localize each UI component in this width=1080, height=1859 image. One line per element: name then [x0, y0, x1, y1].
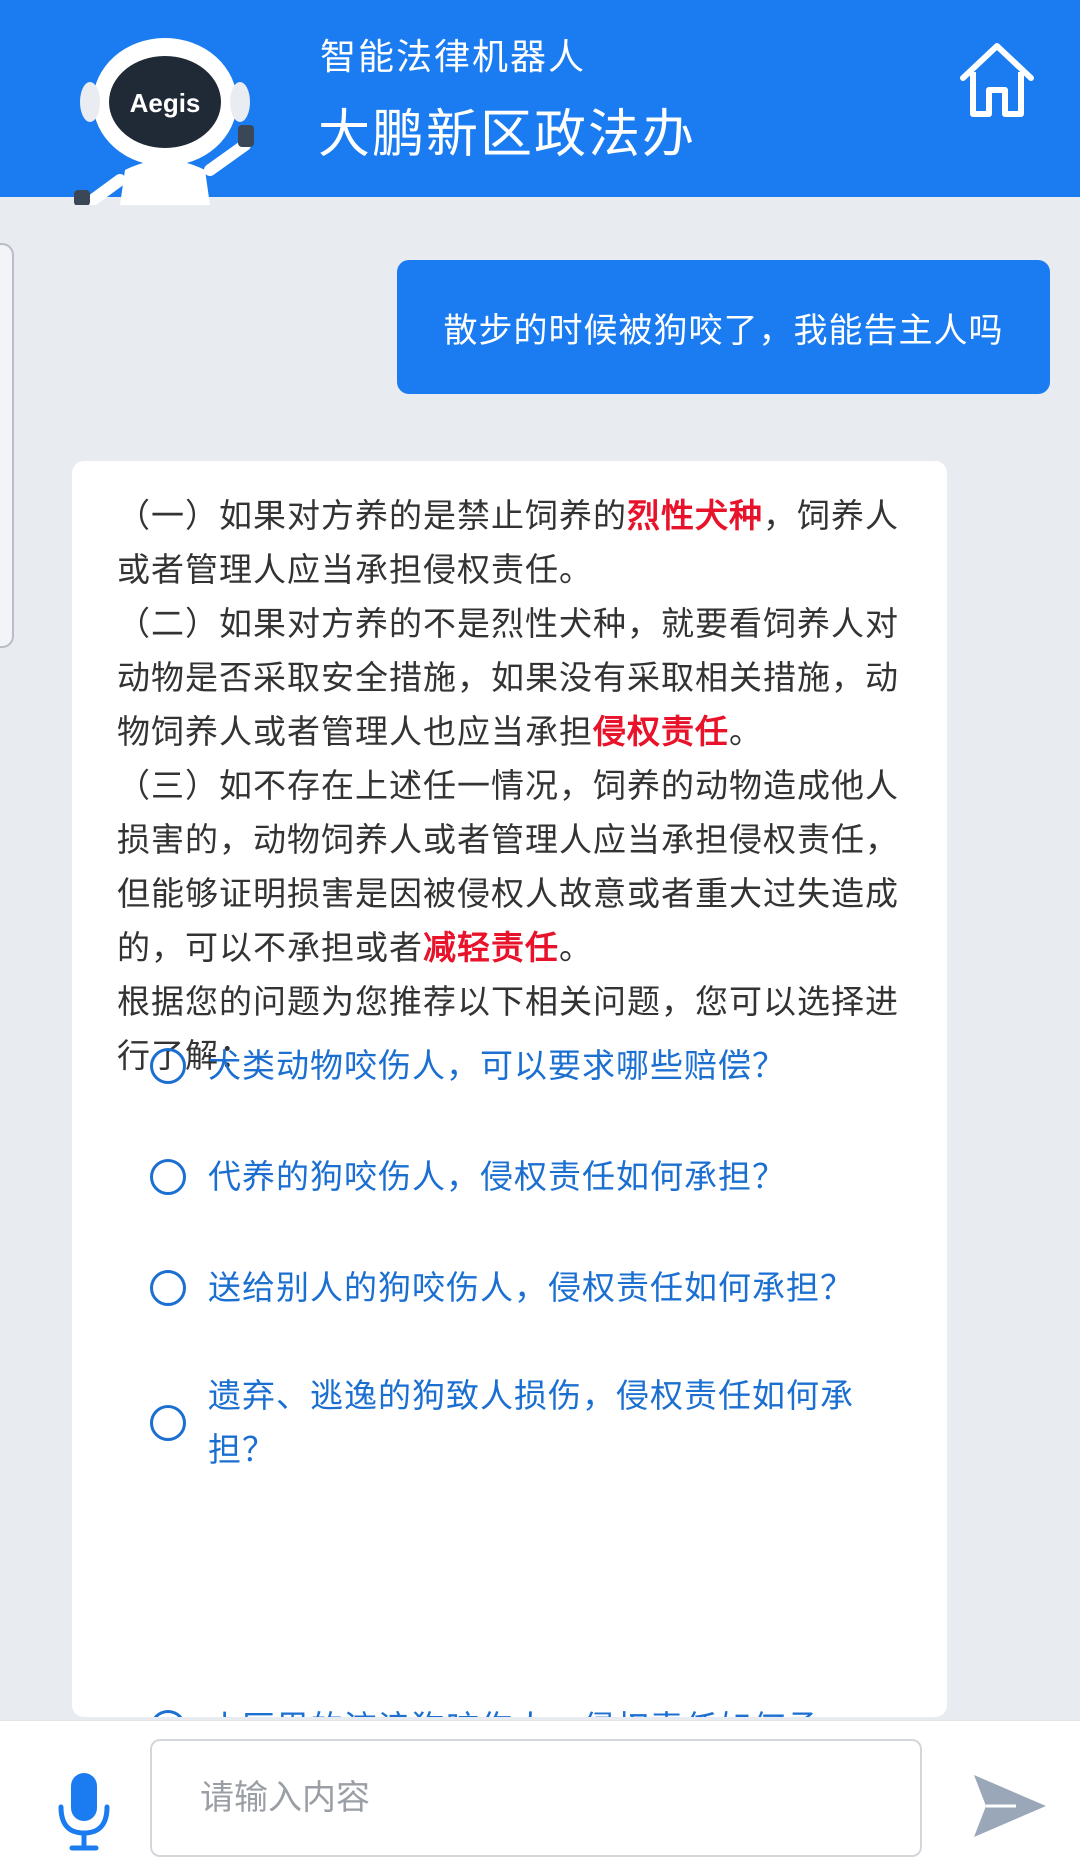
microphone-icon[interactable] [55, 1771, 113, 1851]
header-subtitle: 智能法律机器人 [320, 37, 587, 78]
radio-icon[interactable] [150, 1270, 186, 1306]
user-message-bubble: 散步的时候被狗咬了，我能告主人吗 [397, 260, 1050, 394]
radio-icon[interactable] [150, 1159, 186, 1195]
user-message-text: 散步的时候被狗咬了，我能告主人吗 [443, 310, 1004, 351]
side-drawer-handle[interactable] [0, 243, 14, 648]
header-title: 大鹏新区政法办 [318, 105, 697, 165]
suggestion-item[interactable]: 小区里的流浪狗咬伤人，侵权责任如何承 [150, 1701, 910, 1717]
radio-icon[interactable] [150, 1710, 186, 1717]
input-bar [0, 1720, 1080, 1859]
robot-logo: Aegis [74, 38, 254, 205]
send-icon[interactable] [972, 1771, 1048, 1841]
radio-icon[interactable] [150, 1048, 186, 1084]
suggestion-item[interactable]: 送给别人的狗咬伤人，侵权责任如何承担？ [150, 1261, 910, 1315]
app-header: Aegis 智能法律机器人 大鹏新区政法办 [0, 0, 1080, 205]
radio-icon[interactable] [150, 1405, 186, 1441]
suggestion-list: 犬类动物咬伤人，可以要求哪些赔偿？ 代养的狗咬伤人，侵权责任如何承担？ 送给别人… [72, 461, 947, 1717]
message-input[interactable] [150, 1739, 922, 1857]
bot-answer-card: （一）如果对方养的是禁止饲养的烈性犬种，饲养人或者管理人应当承担侵权责任。 （二… [72, 461, 947, 1717]
home-icon[interactable] [955, 38, 1039, 122]
suggestion-item[interactable]: 犬类动物咬伤人，可以要求哪些赔偿？ [150, 1039, 910, 1093]
svg-text:Aegis: Aegis [130, 88, 201, 118]
suggestion-item[interactable]: 遗弃、逃逸的狗致人损伤，侵权责任如何承担？ [150, 1369, 880, 1477]
suggestion-item[interactable]: 代养的狗咬伤人，侵权责任如何承担？ [150, 1150, 910, 1204]
